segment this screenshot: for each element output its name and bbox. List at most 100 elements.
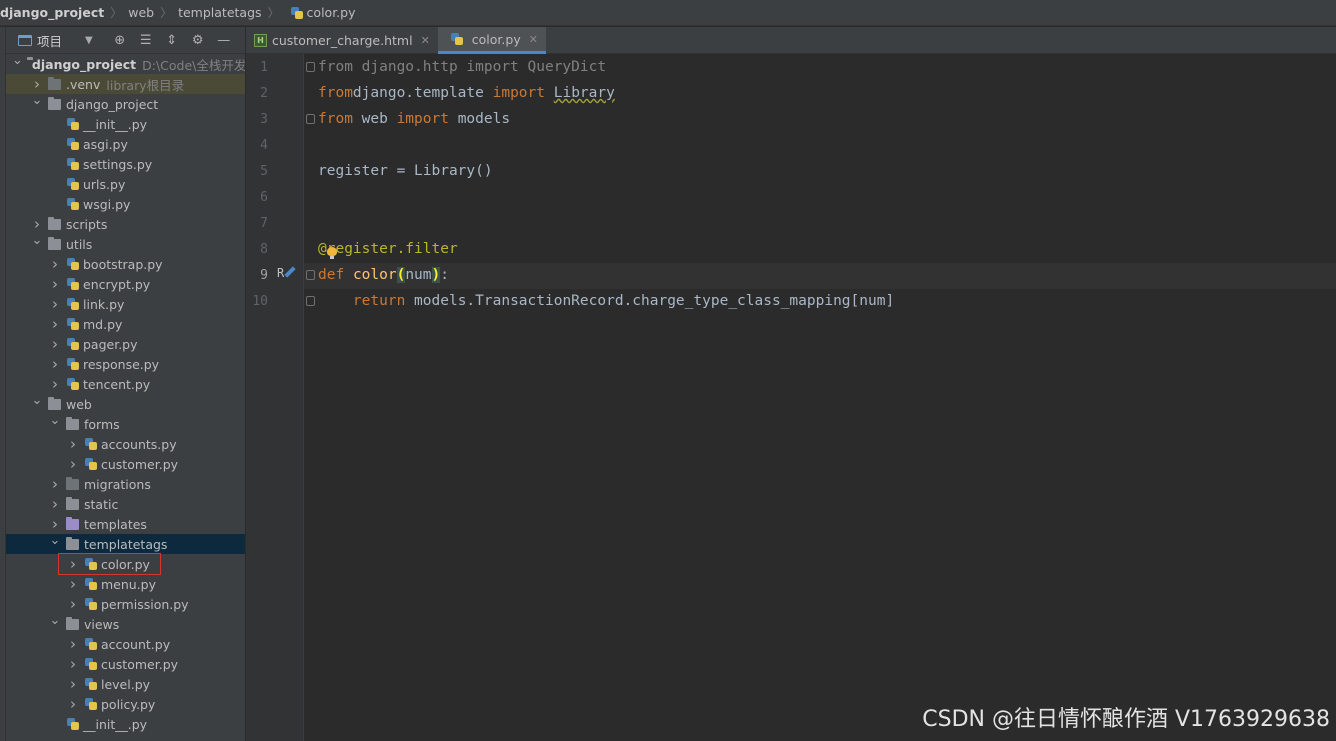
tree-item-label: bootstrap.py: [83, 256, 163, 272]
tree-item[interactable]: ⌄ django_project: [6, 94, 245, 114]
code-token: models.TransactionRecord.charge_type_cla…: [405, 293, 895, 309]
code-token: from: [318, 111, 353, 127]
target-icon[interactable]: ⊕: [107, 30, 133, 50]
lightbulb-icon[interactable]: [327, 247, 337, 259]
chevron-right-icon[interactable]: ›: [66, 435, 80, 453]
tree-item[interactable]: › customer.py: [6, 454, 245, 474]
chevron-right-icon[interactable]: ›: [48, 335, 62, 353]
chevron-right-icon[interactable]: ›: [48, 295, 62, 313]
close-icon[interactable]: ✕: [529, 33, 538, 46]
tree-item[interactable]: ⌄ templatetags: [6, 534, 245, 554]
tree-item[interactable]: › color.py: [6, 553, 245, 575]
chevron-right-icon[interactable]: ›: [30, 75, 44, 93]
line-number: 3: [260, 112, 268, 127]
tree-item-label: .venv: [66, 76, 101, 92]
tree-item[interactable]: › customer.py: [6, 654, 245, 674]
minimize-icon[interactable]: —: [211, 30, 237, 50]
editor-tab[interactable]: Hcustomer_charge.html ✕: [246, 27, 438, 54]
chevron-right-icon[interactable]: ›: [66, 575, 80, 593]
tree-item[interactable]: › accounts.py: [6, 434, 245, 454]
tree-item[interactable]: › .venv library根目录: [6, 74, 245, 94]
code-line[interactable]: fromdjango.template import Library: [318, 80, 615, 106]
breadcrumb-item[interactable]: web: [128, 0, 154, 26]
chevron-down-icon[interactable]: ⌄: [48, 414, 62, 427]
chevron-right-icon[interactable]: ›: [48, 355, 62, 373]
chevron-down-icon[interactable]: ⌄: [30, 94, 44, 107]
chevron-down-icon[interactable]: ⌄: [48, 614, 62, 627]
tree-item[interactable]: ›settings.py: [6, 154, 245, 174]
folder-icon: [66, 496, 79, 510]
tree-item[interactable]: › level.py: [6, 674, 245, 694]
tree-item[interactable]: ⌄ web: [6, 394, 245, 414]
code-token: register.filter: [326, 241, 458, 257]
chevron-down-icon[interactable]: ⌄: [12, 54, 23, 67]
fold-marker-icon[interactable]: [306, 62, 315, 72]
project-view-selector[interactable]: 项目 ▼: [18, 31, 93, 50]
gear-icon[interactable]: ⚙: [185, 30, 211, 50]
tree-item[interactable]: › encrypt.py: [6, 274, 245, 294]
code-line[interactable]: from web import models: [318, 106, 510, 132]
fold-marker-icon[interactable]: [306, 270, 315, 280]
chevron-right-icon[interactable]: ›: [66, 455, 80, 473]
collapse-all-icon[interactable]: ⇕: [159, 30, 185, 50]
chevron-right-icon[interactable]: ›: [66, 655, 80, 673]
tree-item[interactable]: › static: [6, 494, 245, 514]
tree-item[interactable]: › link.py: [6, 294, 245, 314]
code-line[interactable]: register = Library(): [318, 158, 493, 184]
run-gutter-icon[interactable]: R: [277, 266, 284, 280]
expand-all-icon[interactable]: ☰: [133, 30, 159, 50]
chevron-right-icon[interactable]: ›: [48, 495, 62, 513]
chevron-right-icon[interactable]: ›: [48, 255, 62, 273]
tree-item[interactable]: › migrations: [6, 474, 245, 494]
close-icon[interactable]: ✕: [421, 34, 430, 47]
tree-item[interactable]: › response.py: [6, 354, 245, 374]
chevron-down-icon[interactable]: ⌄: [48, 534, 62, 547]
tree-item[interactable]: ⌄ utils: [6, 234, 245, 254]
chevron-right-icon[interactable]: ›: [66, 635, 80, 653]
chevron-down-icon[interactable]: ⌄: [30, 394, 44, 407]
tree-item[interactable]: › templates: [6, 514, 245, 534]
tree-item[interactable]: ›wsgi.py: [6, 194, 245, 214]
fold-marker-icon[interactable]: [306, 114, 315, 124]
tree-item[interactable]: › bootstrap.py: [6, 254, 245, 274]
chevron-right-icon[interactable]: ›: [66, 595, 80, 613]
breadcrumb-item[interactable]: django_project: [0, 0, 104, 26]
tree-item[interactable]: › scripts: [6, 214, 245, 234]
tree-item[interactable]: ⌄ django_project D:\Code\全栈开发: [6, 54, 245, 74]
tree-item[interactable]: › tencent.py: [6, 374, 245, 394]
chevron-down-icon[interactable]: ▼: [85, 35, 93, 46]
chevron-right-icon[interactable]: ›: [48, 375, 62, 393]
tree-item[interactable]: ⌄ forms: [6, 414, 245, 434]
tree-item[interactable]: › permission.py: [6, 594, 245, 614]
breadcrumb-item[interactable]: templatetags: [178, 0, 261, 26]
tree-item[interactable]: › pager.py: [6, 334, 245, 354]
code-line[interactable]: @register.filter: [318, 236, 458, 262]
breadcrumb-item[interactable]: color.py: [286, 0, 356, 26]
tree-item[interactable]: › menu.py: [6, 574, 245, 594]
python-file-icon: [66, 317, 80, 331]
code-line[interactable]: def color(num):: [318, 262, 449, 288]
editor-tab[interactable]: color.py ✕: [437, 27, 546, 54]
code-line[interactable]: from django.http import QueryDict: [318, 54, 606, 80]
tree-item[interactable]: ›__init__.py: [6, 114, 245, 134]
tree-item-label: static: [84, 496, 119, 512]
chevron-right-icon[interactable]: ›: [66, 695, 80, 713]
chevron-right-icon[interactable]: ›: [48, 315, 62, 333]
tree-item[interactable]: ›urls.py: [6, 174, 245, 194]
tree-item[interactable]: ⌄ views: [6, 614, 245, 634]
tree-item[interactable]: ›asgi.py: [6, 134, 245, 154]
tree-item-label: tencent.py: [83, 376, 151, 392]
chevron-right-icon[interactable]: ›: [48, 275, 62, 293]
project-tree: ⌄ django_project D:\Code\全栈开发 › .venv library…: [6, 54, 245, 734]
chevron-down-icon[interactable]: ⌄: [30, 234, 44, 247]
chevron-right-icon[interactable]: ›: [48, 475, 62, 493]
chevron-right-icon[interactable]: ›: [48, 515, 62, 533]
fold-marker-icon[interactable]: [306, 296, 315, 306]
tree-item[interactable]: ›__init__.py: [6, 714, 245, 734]
tree-item[interactable]: › policy.py: [6, 694, 245, 714]
tree-item[interactable]: › account.py: [6, 634, 245, 654]
code-line[interactable]: return models.TransactionRecord.charge_t…: [318, 288, 894, 314]
tree-item[interactable]: › md.py: [6, 314, 245, 334]
chevron-right-icon[interactable]: ›: [66, 675, 80, 693]
chevron-right-icon[interactable]: ›: [30, 215, 44, 233]
